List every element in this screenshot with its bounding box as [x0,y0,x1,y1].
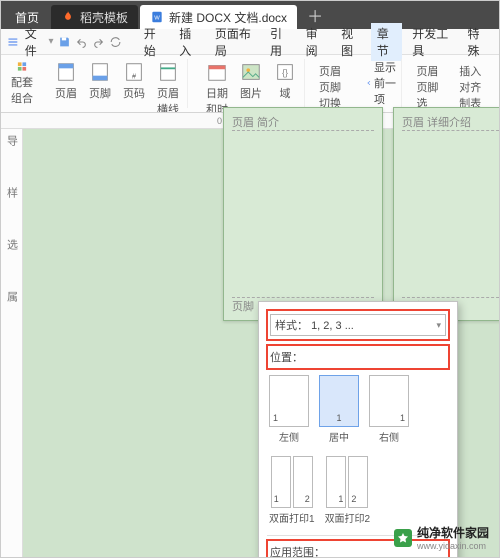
hamburger-icon [7,34,19,50]
page-1[interactable]: 页眉 简介 页脚 [223,107,383,321]
header-icon [55,61,77,83]
tab-templates-label: 稻壳模板 [80,9,128,26]
refresh-icon[interactable] [109,34,122,50]
pages-canvas[interactable]: 页眉 简介 页脚 页眉 详细介绍 页脚 [23,129,499,557]
tab-templates[interactable]: 稻壳模板 [51,5,138,29]
watermark-url: www.yidaxin.com [417,541,489,551]
file-menu[interactable]: 文件 ▾ [7,25,54,59]
menu-reference[interactable]: 引用 [264,23,296,61]
field-icon: {} [274,61,296,83]
sidebar-select[interactable]: 选 [4,239,20,279]
flame-icon [61,10,75,24]
sidebar-style[interactable]: 样 [4,187,20,227]
pagenum-icon: # [123,61,145,83]
menu-devtools[interactable]: 开发工具 [406,23,457,61]
sidebar-nav[interactable]: 导 [4,135,20,175]
tab-home-label: 首页 [15,9,39,26]
pagenum-popup: 样式： 1, 2, 3 ... ▾ 位置： 1左侧 1居中 1右侧 12双面打印… [258,301,458,558]
pos-left[interactable]: 1左侧 [269,375,309,444]
footer-icon [89,61,111,83]
save-icon[interactable] [58,34,71,50]
ribbon-field[interactable]: {} 域 [270,59,300,113]
menu-review[interactable]: 审阅 [300,23,332,61]
highlight-format: 样式： 1, 2, 3 ... ▾ [266,309,450,341]
left-sidebar: 导 样 选 属 [1,129,23,557]
app-root: 首页 稻壳模板 W 新建 DOCX 文档.docx × ＋ 文件 ▾ 开始 插入… [0,0,500,558]
ribbon-image[interactable]: 图片 [236,59,266,113]
menu-special[interactable]: 特殊 [461,23,493,61]
menu-layout[interactable]: 页面布局 [209,23,260,61]
undo-icon[interactable] [75,34,88,50]
ribbon-hf-options[interactable]: 页眉页脚选 [412,59,445,108]
work-area: 导 样 选 属 页眉 简介 页脚 页眉 详细介绍 [1,129,499,557]
page1-header[interactable]: 页眉 简介 [232,114,279,130]
menu-view[interactable]: 视图 [335,23,367,61]
image-icon [240,61,262,83]
page-2[interactable]: 页眉 详细介绍 页脚 [393,107,500,321]
page2-header[interactable]: 页眉 详细介绍 [402,114,471,130]
position-label: 位置： [270,349,303,365]
file-menu-label: 文件 [25,25,43,59]
menu-bar: 文件 ▾ 开始 插入 页面布局 引用 审阅 视图 章节 开发工具 特殊 [1,29,499,55]
calendar-icon [206,61,228,83]
menu-start[interactable]: 开始 [138,23,170,61]
scope-label: 应用范围： [270,544,325,558]
pos-duplex2[interactable]: 12双面打印2 [325,456,371,525]
duplex-thumbs: 12双面打印1 12双面打印2 [267,450,449,531]
svg-text:W: W [154,15,160,21]
watermark: 纯净软件家园 www.yidaxin.com [394,524,489,551]
menu-section[interactable]: 章节 [371,23,403,61]
combo-icon [11,61,33,72]
ribbon-prev[interactable]: 显示前一项 [367,59,398,107]
ribbon-footer[interactable]: 页脚 [85,59,115,113]
ribbon-header[interactable]: 页眉 [51,59,81,113]
arrow-left-icon [367,78,371,88]
ribbon-pagenum[interactable]: # 页码 [119,59,149,113]
ribbon-switch[interactable]: 页眉页脚切换 [315,59,353,108]
pos-center[interactable]: 1居中 [319,375,359,444]
pos-duplex1[interactable]: 12双面打印1 [269,456,315,525]
page1-footer[interactable]: 页脚 [232,298,254,314]
redo-icon[interactable] [92,34,105,50]
ribbon-combo[interactable]: 配套组合 [7,59,37,108]
watermark-title: 纯净软件家园 [417,524,489,541]
ribbon-datetime[interactable]: 日期和时间 [202,59,232,113]
chevron-down-icon: ▾ [436,320,441,331]
ribbon-combo-label: 配套组合 [11,74,33,106]
sidebar-prop[interactable]: 属 [4,291,20,331]
ribbon-align-tab[interactable]: 插入对齐制表 [455,59,493,108]
position-thumbs: 1左侧 1居中 1右侧 [267,369,449,450]
ribbon: 配套组合 页眉 页脚 # 页码 页眉横线 [1,55,499,113]
highlight-position: 位置： [266,344,450,370]
format-dropdown[interactable]: 样式： 1, 2, 3 ... ▾ [270,314,446,336]
menu-insert[interactable]: 插入 [173,23,205,61]
svg-text:{}: {} [282,68,288,78]
headerline-icon [157,61,179,83]
watermark-logo-icon [394,529,412,547]
pos-right[interactable]: 1右侧 [369,375,409,444]
ribbon-headerline[interactable]: 页眉横线 [153,59,183,113]
